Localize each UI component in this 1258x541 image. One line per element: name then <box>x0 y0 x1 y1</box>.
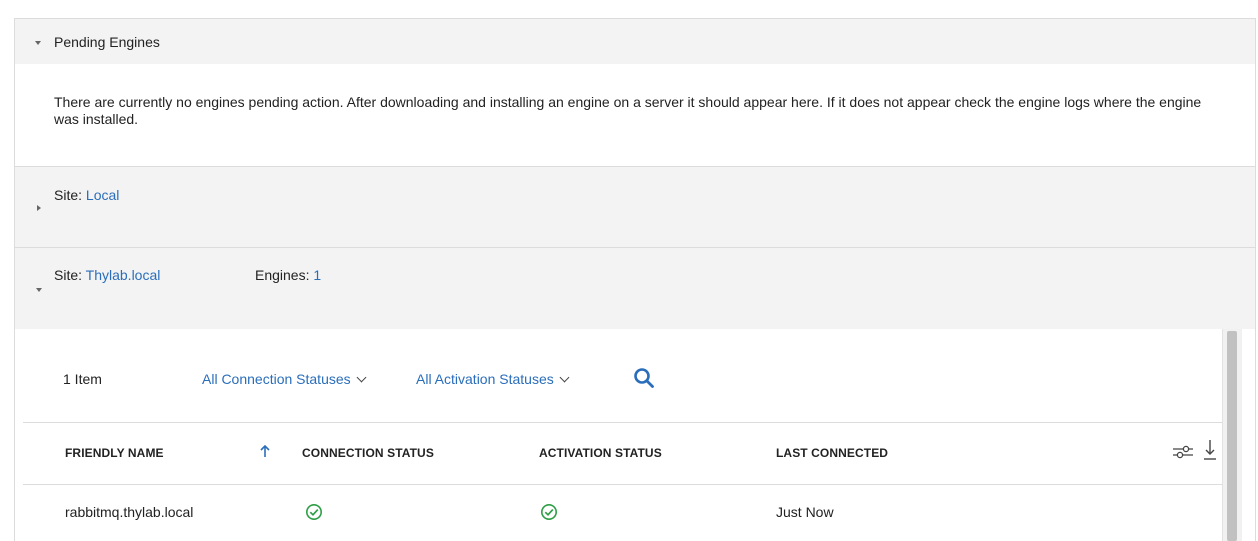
chevron-down-icon <box>356 372 367 383</box>
activation-status-filter[interactable]: All Activation Statuses <box>416 371 570 387</box>
site-local-header[interactable]: Site: Local <box>14 167 1256 248</box>
check-circle-icon <box>305 503 323 526</box>
search-icon[interactable] <box>633 367 655 394</box>
sort-ascending-icon[interactable] <box>260 444 270 463</box>
engines-count-label: Engines: 1 <box>255 267 322 283</box>
header-divider <box>23 484 1239 485</box>
caret-down-icon[interactable] <box>35 41 41 45</box>
column-last-connected[interactable]: LAST CONNECTED <box>776 446 888 460</box>
pending-engines-title: Pending Engines <box>54 34 160 50</box>
pending-engines-header[interactable]: Pending Engines <box>14 18 1256 64</box>
pending-message-panel: There are currently no engines pending a… <box>14 64 1256 167</box>
cell-last-connected: Just Now <box>776 504 834 520</box>
download-icon[interactable] <box>1203 439 1217 466</box>
column-activation-status[interactable]: ACTIVATION STATUS <box>539 446 662 460</box>
site-thylab-link[interactable]: Thylab.local <box>86 267 161 283</box>
item-count: 1 Item <box>63 371 102 387</box>
connection-status-filter[interactable]: All Connection Statuses <box>202 371 367 387</box>
site-thylab-header[interactable]: Site: Thylab.local Engines: 1 <box>14 248 1256 329</box>
site-thylab-label: Site: Thylab.local <box>54 267 161 283</box>
site-local-label: Site: Local <box>54 187 120 203</box>
scrollbar-thumb[interactable] <box>1227 331 1237 541</box>
engines-table-panel: 1 Item All Connection Statuses All Activ… <box>14 329 1256 541</box>
check-circle-icon <box>540 503 558 526</box>
site-local-link[interactable]: Local <box>86 187 119 203</box>
caret-down-icon[interactable] <box>36 288 42 292</box>
chevron-down-icon <box>559 372 570 383</box>
caret-right-icon[interactable] <box>37 205 41 211</box>
column-connection-status[interactable]: CONNECTION STATUS <box>302 446 434 460</box>
engines-count[interactable]: 1 <box>313 267 321 283</box>
cell-friendly-name[interactable]: rabbitmq.thylab.local <box>65 504 193 520</box>
column-settings-icon[interactable] <box>1172 444 1194 465</box>
column-friendly-name[interactable]: FRIENDLY NAME <box>65 446 164 460</box>
toolbar-divider <box>23 422 1239 423</box>
vertical-scrollbar[interactable] <box>1222 329 1242 541</box>
pending-message: There are currently no engines pending a… <box>54 94 1202 127</box>
